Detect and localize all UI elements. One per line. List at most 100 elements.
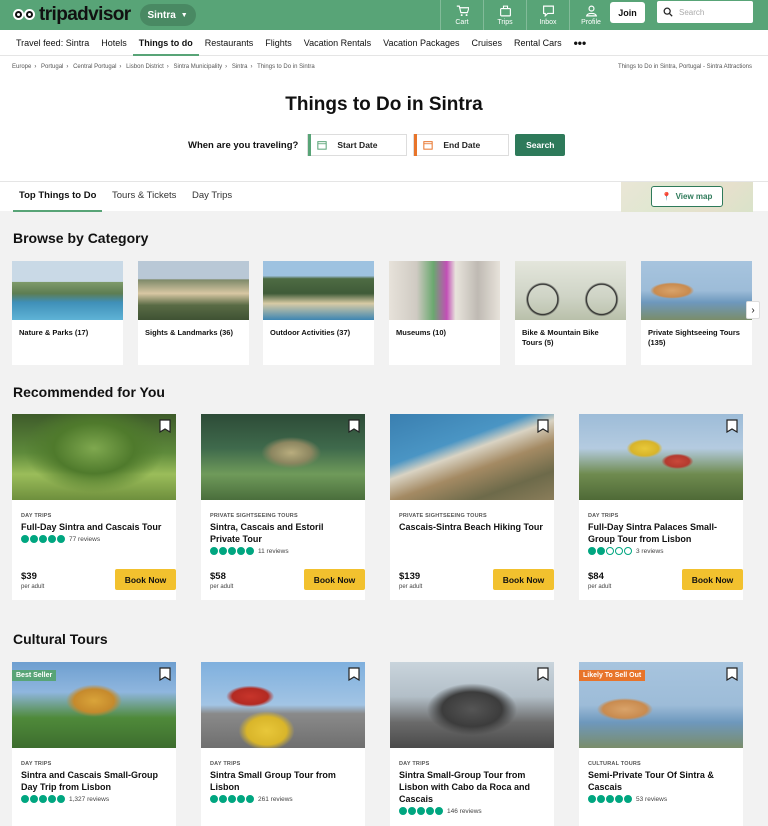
nav-vacation-rentals[interactable]: Vacation Rentals	[304, 30, 371, 56]
review-count[interactable]: 261 reviews	[258, 796, 293, 803]
review-count[interactable]: 146 reviews	[447, 808, 482, 815]
bookmark-icon[interactable]	[537, 419, 549, 433]
tab-top-things[interactable]: Top Things to Do	[13, 182, 103, 212]
tour-image	[201, 414, 365, 500]
review-count[interactable]: 53 reviews	[636, 796, 667, 803]
book-now-button[interactable]: Book Now	[682, 569, 743, 590]
rating-bubbles: 1,327 reviews	[21, 795, 167, 803]
best-seller-badge: Best Seller	[12, 670, 57, 681]
nav-hotels[interactable]: Hotels	[101, 30, 127, 56]
nav-things-to-do[interactable]: Things to do	[132, 30, 199, 56]
rating-bubble-icon	[30, 795, 38, 803]
bookmark-icon[interactable]	[348, 419, 360, 433]
review-count[interactable]: 11 reviews	[258, 548, 289, 555]
category-card-outdoor[interactable]: Outdoor Activities (37)	[263, 261, 374, 365]
cart-label: Cart	[455, 18, 469, 26]
rating-bubble-icon	[39, 795, 47, 803]
tour-card[interactable]: Best Seller DAY TRIPS Sintra and Cascais…	[12, 662, 176, 826]
cart-icon	[456, 5, 469, 16]
price-unit: per adult	[21, 584, 45, 590]
rating-bubble-icon	[30, 535, 38, 543]
tour-title[interactable]: Sintra, Cascais and Estoril Private Tour	[210, 521, 356, 545]
nav-restaurants[interactable]: Restaurants	[205, 30, 254, 56]
nav-cruises[interactable]: Cruises	[472, 30, 503, 56]
trips-button[interactable]: Trips	[483, 0, 526, 30]
rating-bubble-icon	[210, 795, 218, 803]
review-count[interactable]: 77 reviews	[69, 536, 100, 543]
category-label: Museums (10)	[396, 328, 447, 337]
tour-title[interactable]: Full-Day Sintra Palaces Small-Group Tour…	[588, 521, 734, 545]
inbox-button[interactable]: Inbox	[526, 0, 569, 30]
tab-day-trips[interactable]: Day Trips	[192, 182, 232, 212]
rating-bubble-icon	[246, 795, 254, 803]
category-card-private[interactable]: Private Sightseeing Tours (135)	[641, 261, 752, 365]
book-now-button[interactable]: Book Now	[115, 569, 176, 590]
tour-title[interactable]: Sintra Small-Group Tour from Lisbon with…	[399, 769, 545, 805]
bookmark-icon[interactable]	[537, 667, 549, 681]
nav-rental-cars[interactable]: Rental Cars	[514, 30, 562, 56]
rating-bubble-icon	[615, 547, 623, 555]
tour-title[interactable]: Full-Day Sintra and Cascais Tour	[21, 521, 167, 533]
nav-vacation-packages[interactable]: Vacation Packages	[383, 30, 459, 56]
map-thumbnail[interactable]: 📍 View map	[621, 182, 753, 212]
category-card-sights[interactable]: Sights & Landmarks (36)	[138, 261, 249, 365]
start-date-field[interactable]: Start Date	[307, 134, 408, 156]
bookmark-icon[interactable]	[348, 667, 360, 681]
calendar-icon	[423, 141, 433, 150]
date-search-button[interactable]: Search	[515, 134, 566, 156]
inbox-label: Inbox	[539, 18, 557, 26]
breadcrumb-item[interactable]: Sintra	[232, 64, 248, 70]
tripadvisor-logo[interactable]: tripadvisor	[13, 4, 131, 26]
rating-bubble-icon	[48, 795, 56, 803]
tour-card[interactable]: DAY TRIPS Sintra Small Group Tour from L…	[201, 662, 365, 826]
tour-title[interactable]: Semi-Private Tour Of Sintra & Cascais	[588, 769, 734, 793]
rating-bubble-icon	[597, 547, 605, 555]
location-selector[interactable]: Sintra ▼	[139, 4, 196, 26]
nav-travel-feed[interactable]: Travel feed: Sintra	[16, 30, 89, 56]
bookmark-icon[interactable]	[726, 667, 738, 681]
breadcrumb-item[interactable]: Central Portugal	[73, 64, 116, 70]
profile-button[interactable]: Profile	[569, 0, 612, 30]
tour-card[interactable]: DAY TRIPS Sintra Small-Group Tour from L…	[390, 662, 554, 826]
category-card-bike[interactable]: Bike & Mountain Bike Tours (5)	[515, 261, 626, 365]
category-image	[641, 261, 752, 320]
bookmark-icon[interactable]	[726, 419, 738, 433]
join-button[interactable]: Join	[610, 2, 645, 23]
tour-card[interactable]: DAY TRIPS Full-Day Sintra Palaces Small-…	[579, 414, 743, 600]
breadcrumb-item[interactable]: Portugal	[41, 64, 63, 70]
tour-title[interactable]: Sintra and Cascais Small-Group Day Trip …	[21, 769, 167, 793]
search-input[interactable]: Search	[657, 1, 753, 23]
map-pin-icon: 📍	[661, 192, 672, 201]
rating-bubble-icon	[228, 547, 236, 555]
tour-card[interactable]: Likely To Sell Out CULTURAL TOURS Semi-P…	[579, 662, 743, 826]
more-menu-icon[interactable]: •••	[574, 30, 587, 56]
review-count[interactable]: 1,327 reviews	[69, 796, 109, 803]
tour-body: DAY TRIPS Sintra Small Group Tour from L…	[201, 748, 365, 803]
tour-title[interactable]: Cascais-Sintra Beach Hiking Tour	[399, 521, 545, 533]
breadcrumb-item[interactable]: Lisbon District	[126, 64, 164, 70]
tour-card[interactable]: PRIVATE SIGHTSEEING TOURS Sintra, Cascai…	[201, 414, 365, 600]
tour-card[interactable]: PRIVATE SIGHTSEEING TOURS Cascais-Sintra…	[390, 414, 554, 600]
start-date-label: Start Date	[337, 140, 378, 150]
category-card-museums[interactable]: Museums (10)	[389, 261, 500, 365]
review-count[interactable]: 3 reviews	[636, 548, 663, 555]
tour-title[interactable]: Sintra Small Group Tour from Lisbon	[210, 769, 356, 793]
cart-button[interactable]: Cart	[440, 0, 483, 30]
book-now-button[interactable]: Book Now	[304, 569, 365, 590]
tour-card[interactable]: DAY TRIPS Full-Day Sintra and Cascais To…	[12, 414, 176, 600]
book-now-button[interactable]: Book Now	[493, 569, 554, 590]
breadcrumb-item[interactable]: Sintra Municipality	[173, 64, 222, 70]
view-map-button[interactable]: 📍 View map	[651, 186, 723, 207]
bookmark-icon[interactable]	[159, 419, 171, 433]
tab-tours-tickets[interactable]: Tours & Tickets	[112, 182, 176, 212]
category-image	[12, 261, 123, 320]
nav-flights[interactable]: Flights	[265, 30, 292, 56]
rating-bubble-icon	[606, 547, 614, 555]
price-unit: per adult	[588, 584, 612, 590]
bookmark-icon[interactable]	[159, 667, 171, 681]
carousel-next-button[interactable]: ›	[746, 301, 760, 319]
category-card-nature[interactable]: Nature & Parks (17)	[12, 261, 123, 365]
end-date-field[interactable]: End Date	[413, 134, 510, 156]
breadcrumb-item[interactable]: Europe	[12, 64, 31, 70]
tour-body: DAY TRIPS Full-Day Sintra and Cascais To…	[12, 500, 176, 543]
